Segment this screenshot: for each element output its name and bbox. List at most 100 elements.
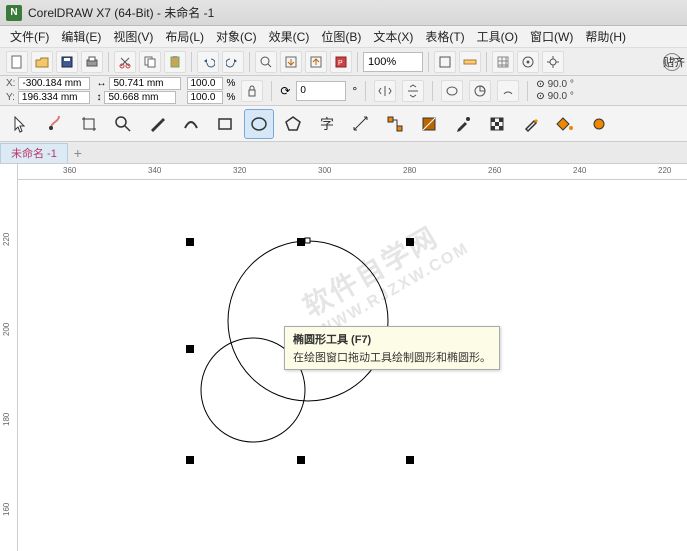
height-input[interactable]: 50.668 mm bbox=[104, 91, 176, 104]
mirror-v-button[interactable] bbox=[402, 80, 424, 102]
selection-handle-w[interactable] bbox=[186, 345, 194, 353]
fullscreen-button[interactable] bbox=[434, 51, 456, 73]
tooltip-title: 椭圆形工具 (F7) bbox=[293, 331, 491, 347]
selection-handle-se[interactable] bbox=[406, 456, 414, 464]
end-angle-icon: ⊙ bbox=[536, 91, 544, 102]
separator bbox=[365, 81, 366, 101]
interactive-fill-tool[interactable] bbox=[414, 109, 444, 139]
pick-tool[interactable] bbox=[6, 109, 36, 139]
new-button[interactable] bbox=[6, 51, 28, 73]
tab-active[interactable]: 未命名 -1 bbox=[0, 143, 68, 163]
redo-button[interactable] bbox=[222, 51, 244, 73]
hruler-tick: 300 bbox=[318, 166, 331, 175]
mirror-h-button[interactable] bbox=[374, 80, 396, 102]
shape-tool[interactable] bbox=[40, 109, 70, 139]
open-button[interactable] bbox=[31, 51, 53, 73]
horizontal-ruler[interactable]: 360 340 320 300 280 260 240 220 bbox=[18, 164, 687, 180]
separator bbox=[486, 52, 487, 72]
options-button[interactable] bbox=[542, 51, 564, 73]
fill-tool[interactable] bbox=[550, 109, 580, 139]
text-tool[interactable]: 字 bbox=[312, 109, 342, 139]
tab-label: 未命名 -1 bbox=[11, 145, 57, 161]
connector-tool[interactable] bbox=[380, 109, 410, 139]
selection-handle-ne[interactable] bbox=[406, 238, 414, 246]
node-handle[interactable] bbox=[305, 238, 310, 243]
tab-add-button[interactable]: + bbox=[68, 145, 88, 161]
polygon-tool[interactable] bbox=[278, 109, 308, 139]
separator bbox=[357, 52, 358, 72]
zoom-value: 100% bbox=[368, 56, 396, 68]
separator bbox=[191, 52, 192, 72]
rulers-button[interactable] bbox=[459, 51, 481, 73]
y-input[interactable]: 196.334 mm bbox=[18, 91, 90, 104]
start-angle[interactable]: 90.0 ° bbox=[548, 79, 574, 90]
selection-handle-s[interactable] bbox=[297, 456, 305, 464]
outline-tool[interactable] bbox=[516, 109, 546, 139]
menu-help[interactable]: 帮助(H) bbox=[581, 26, 630, 47]
height-icon: ↕ bbox=[96, 92, 101, 103]
hruler-tick: 360 bbox=[63, 166, 76, 175]
rectangle-tool[interactable] bbox=[210, 109, 240, 139]
hruler-tick: 280 bbox=[403, 166, 416, 175]
pie-button[interactable] bbox=[469, 80, 491, 102]
arc-button[interactable] bbox=[497, 80, 519, 102]
canvas-area: ✢ 220 200 180 160 360 340 320 300 280 26… bbox=[0, 164, 687, 551]
menu-edit[interactable]: 编辑(E) bbox=[57, 26, 105, 47]
publish-button[interactable]: P bbox=[330, 51, 352, 73]
vruler-tick: 200 bbox=[2, 323, 11, 336]
snap-label[interactable]: 贴齐 bbox=[663, 54, 685, 70]
vertical-ruler[interactable]: 220 200 180 160 bbox=[0, 164, 18, 551]
snap-button[interactable] bbox=[517, 51, 539, 73]
separator bbox=[432, 81, 433, 101]
angle-group: ⊙90.0 ° ⊙90.0 ° bbox=[536, 79, 574, 102]
selection-handle-sw[interactable] bbox=[186, 456, 194, 464]
menu-view[interactable]: 视图(V) bbox=[109, 26, 157, 47]
menu-text[interactable]: 文本(X) bbox=[369, 26, 417, 47]
zoom-tool[interactable] bbox=[108, 109, 138, 139]
width-input[interactable]: 50.741 mm bbox=[109, 77, 181, 90]
rotation-input[interactable] bbox=[296, 81, 346, 101]
ellipse-large[interactable] bbox=[228, 241, 388, 401]
crop-tool[interactable] bbox=[74, 109, 104, 139]
search-button[interactable] bbox=[255, 51, 277, 73]
menu-table[interactable]: 表格(T) bbox=[421, 26, 468, 47]
x-input[interactable]: -300.184 mm bbox=[18, 77, 90, 90]
menu-object[interactable]: 对象(C) bbox=[212, 26, 261, 47]
menu-layout[interactable]: 布局(L) bbox=[161, 26, 208, 47]
menu-effects[interactable]: 效果(C) bbox=[265, 26, 314, 47]
size-group: ↔ 50.741 mm ↕ 50.668 mm bbox=[96, 77, 181, 104]
menu-file[interactable]: 文件(F) bbox=[6, 26, 53, 47]
export-button[interactable] bbox=[305, 51, 327, 73]
copy-button[interactable] bbox=[139, 51, 161, 73]
transparency-tool[interactable] bbox=[482, 109, 512, 139]
smart-fill-tool[interactable] bbox=[584, 109, 614, 139]
cut-button[interactable] bbox=[114, 51, 136, 73]
selection-handle-nw[interactable] bbox=[186, 238, 194, 246]
menu-window[interactable]: 窗口(W) bbox=[526, 26, 577, 47]
artistic-media-tool[interactable] bbox=[176, 109, 206, 139]
eyedropper-tool[interactable] bbox=[448, 109, 478, 139]
scale-x-input[interactable]: 100.0 bbox=[187, 77, 223, 90]
zoom-level-input[interactable]: 100% bbox=[363, 52, 423, 72]
undo-button[interactable] bbox=[197, 51, 219, 73]
title-bar: N CorelDRAW X7 (64-Bit) - 未命名 -1 bbox=[0, 0, 687, 26]
separator bbox=[271, 81, 272, 101]
grid-button[interactable] bbox=[492, 51, 514, 73]
freehand-tool[interactable] bbox=[142, 109, 172, 139]
dimension-tool[interactable] bbox=[346, 109, 376, 139]
scale-y-input[interactable]: 100.0 bbox=[187, 91, 223, 104]
menu-tools[interactable]: 工具(O) bbox=[473, 26, 522, 47]
lock-ratio-button[interactable] bbox=[241, 80, 263, 102]
print-button[interactable] bbox=[81, 51, 103, 73]
end-angle[interactable]: 90.0 ° bbox=[548, 91, 574, 102]
import-button[interactable] bbox=[280, 51, 302, 73]
menu-bitmap[interactable]: 位图(B) bbox=[317, 26, 365, 47]
save-button[interactable] bbox=[56, 51, 78, 73]
paste-button[interactable] bbox=[164, 51, 186, 73]
selection-handle-n[interactable] bbox=[297, 238, 305, 246]
ellipse-shape-button[interactable] bbox=[441, 80, 463, 102]
hruler-tick: 240 bbox=[573, 166, 586, 175]
separator bbox=[108, 52, 109, 72]
rotate-icon: ⟳ bbox=[280, 84, 290, 98]
ellipse-tool[interactable] bbox=[244, 109, 274, 139]
